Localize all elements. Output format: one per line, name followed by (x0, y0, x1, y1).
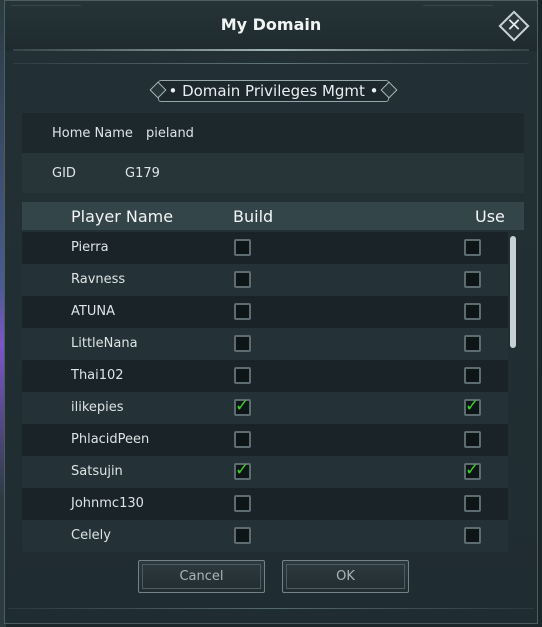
home-name-row: Home Name pieland (22, 113, 524, 153)
player-name: Thai102 (71, 368, 124, 383)
player-name: Pierra (71, 240, 109, 255)
gid-value: G179 (125, 166, 160, 181)
check-icon: ✓ (465, 460, 480, 480)
table-row: Satsujin ✓ ✓ (22, 456, 508, 488)
use-checkbox[interactable] (464, 271, 481, 288)
check-icon: ✓ (235, 460, 250, 480)
use-checkbox[interactable]: ✓ (464, 396, 481, 416)
build-checkbox[interactable] (234, 335, 251, 352)
check-icon: ✓ (235, 396, 250, 416)
use-checkbox[interactable]: ✓ (464, 460, 481, 480)
privileges-table-header: Player Name Build Use (22, 202, 524, 230)
title-divider (13, 49, 529, 51)
dialog-title: My Domain (220, 15, 322, 34)
table-row: Pierra (22, 232, 508, 264)
table-row: ilikepies ✓ ✓ (22, 392, 508, 424)
table-row: PhlacidPeen (22, 424, 508, 456)
privileges-table-body: Pierra Ravness ATUNA LittleNana Thai102 ilike… (22, 232, 508, 552)
bottom-divider (8, 608, 534, 609)
section-title-dot-right: • (364, 82, 379, 100)
build-checkbox[interactable] (234, 495, 251, 512)
use-checkbox[interactable] (464, 303, 481, 320)
player-name: Celely (71, 528, 111, 543)
section-title: • Domain Privileges Mgmt • (150, 82, 397, 100)
player-name: ATUNA (71, 304, 115, 319)
player-name: PhlacidPeen (71, 432, 150, 447)
check-icon: ✓ (465, 396, 480, 416)
build-checkbox[interactable] (234, 239, 251, 256)
cancel-button[interactable]: Cancel (138, 560, 265, 593)
section-title-dot-left: • (168, 82, 183, 100)
column-header-player-name: Player Name (71, 207, 174, 226)
table-row: Thai102 (22, 360, 508, 392)
column-header-build: Build (233, 207, 274, 226)
table-row: LittleNana (22, 328, 508, 360)
ok-button[interactable]: OK (282, 560, 409, 593)
gid-row: GID G179 (22, 153, 524, 193)
build-checkbox[interactable]: ✓ (234, 460, 251, 480)
use-checkbox[interactable] (464, 239, 481, 256)
use-checkbox[interactable] (464, 367, 481, 384)
section-header: • Domain Privileges Mgmt • (149, 77, 398, 105)
use-checkbox[interactable] (464, 495, 481, 512)
section-title-text: Domain Privileges Mgmt (182, 82, 365, 100)
table-row: ATUNA (22, 296, 508, 328)
gid-label: GID (52, 166, 76, 181)
build-checkbox[interactable] (234, 271, 251, 288)
player-name: LittleNana (71, 336, 138, 351)
build-checkbox[interactable]: ✓ (234, 396, 251, 416)
player-name: Ravness (71, 272, 126, 287)
use-checkbox[interactable] (464, 431, 481, 448)
title-divider-secondary (13, 63, 529, 64)
use-checkbox[interactable] (464, 335, 481, 352)
player-name: Johnmc130 (71, 496, 144, 511)
table-row: Celely (22, 520, 508, 552)
close-button[interactable]: ✕ (497, 9, 531, 43)
ok-button-inner-border (286, 564, 405, 589)
use-checkbox[interactable] (464, 527, 481, 544)
build-checkbox[interactable] (234, 527, 251, 544)
build-checkbox[interactable] (234, 367, 251, 384)
build-checkbox[interactable] (234, 431, 251, 448)
home-name-value: pieland (146, 126, 194, 141)
player-name: Satsujin (71, 464, 123, 479)
column-header-use: Use (475, 207, 505, 226)
home-name-label: Home Name (52, 126, 133, 141)
close-icon: ✕ (506, 15, 522, 36)
domain-info-panel: Home Name pieland GID G179 (22, 113, 524, 193)
table-row: Johnmc130 (22, 488, 508, 520)
build-checkbox[interactable] (234, 303, 251, 320)
cancel-button-inner-border (142, 564, 261, 589)
scrollbar-thumb[interactable] (510, 236, 516, 348)
title-bar: My Domain ✕ (5, 1, 537, 51)
player-name: ilikepies (71, 400, 124, 415)
table-row: Ravness (22, 264, 508, 296)
table-scrollbar[interactable] (508, 232, 520, 552)
